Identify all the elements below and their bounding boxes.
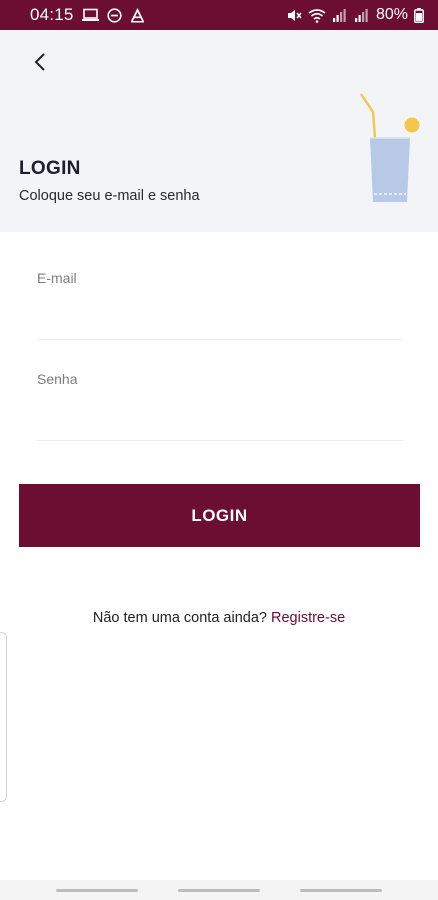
back-button[interactable] <box>24 46 56 78</box>
email-input[interactable] <box>37 294 403 334</box>
nav-back-button[interactable] <box>300 889 382 892</box>
signal-icon <box>332 7 348 23</box>
status-bar: 04:15 80% <box>0 0 438 30</box>
chevron-left-icon <box>34 53 45 71</box>
laptop-icon <box>81 7 99 23</box>
password-label: Senha <box>37 371 78 387</box>
nav-home-button[interactable] <box>178 889 260 892</box>
password-input[interactable] <box>37 395 403 435</box>
login-button[interactable]: LOGIN <box>19 484 420 547</box>
password-field: Senha <box>37 371 403 441</box>
status-left: 04:15 <box>30 5 286 25</box>
login-header: LOGIN Coloque seu e-mail e senha <box>0 30 438 232</box>
email-label: E-mail <box>37 270 77 286</box>
page-title: LOGIN <box>19 158 81 179</box>
page-subtitle: Coloque seu e-mail e senha <box>19 188 200 204</box>
register-link[interactable]: Registre-se <box>271 610 345 626</box>
status-time: 04:15 <box>30 5 74 24</box>
battery-icon <box>414 7 424 23</box>
font-icon <box>130 7 145 23</box>
register-row: Não tem uma conta ainda? Registre-se <box>0 610 438 626</box>
drink-glass-illustration <box>360 93 420 202</box>
do-not-disturb-icon <box>106 7 122 23</box>
signal-icon-2 <box>354 7 370 23</box>
nav-recents-button[interactable] <box>56 889 138 892</box>
email-field: E-mail <box>37 270 403 340</box>
battery-percentage: 80% <box>375 6 408 23</box>
status-right: 80% <box>286 6 424 24</box>
edge-panel-handle[interactable] <box>0 632 7 802</box>
mute-icon <box>286 7 302 23</box>
navigation-bar <box>0 880 438 900</box>
register-prompt: Não tem uma conta ainda? <box>92 610 267 626</box>
wifi-icon <box>308 7 326 23</box>
